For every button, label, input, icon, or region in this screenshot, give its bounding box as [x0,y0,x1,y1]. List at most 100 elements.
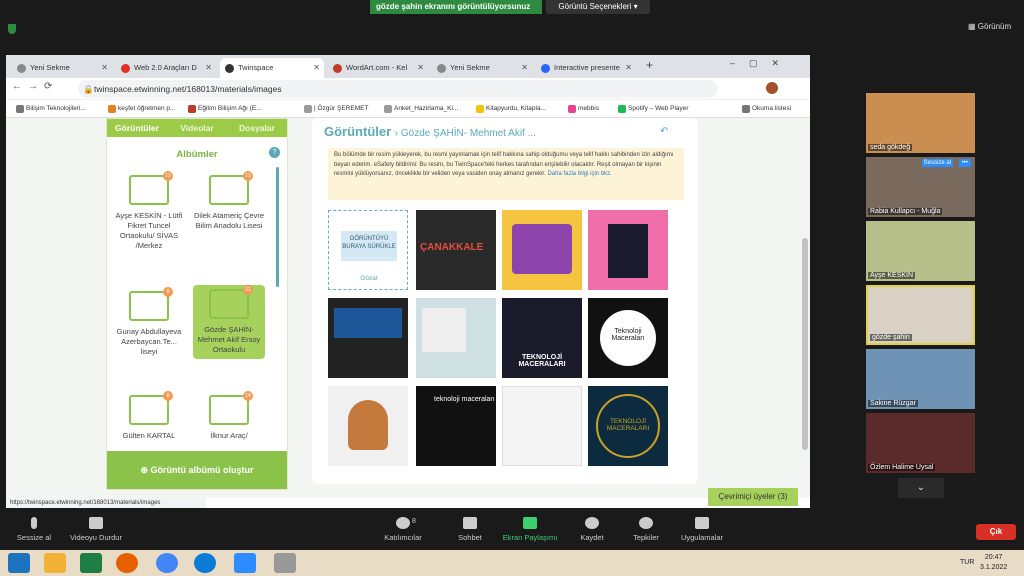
close-icon[interactable]: ✕ [205,58,212,78]
album-item[interactable]: 13 Dilek Atameriç Çevre Bilim Anadolu Lis… [193,171,265,231]
bookmark-item[interactable]: Anket_Hazirlama_Ki... [384,100,458,118]
youtube-icon [121,64,130,73]
participants-button[interactable]: Katılımcılar [378,517,428,542]
image-thumb[interactable] [588,210,668,290]
tab-images[interactable]: Görüntüler [107,119,167,137]
zoom-controls: Sessize al Videoyu Durdur Katılımcılar 8… [0,512,1024,550]
tab-files[interactable]: Dosyalar [227,119,287,137]
tab-new-2[interactable]: Yeni Sekme ✕ [432,58,532,78]
gallery-view-button[interactable]: ▦ Görünüm [968,22,1011,31]
tab-web20[interactable]: Web 2.0 Araçları D ✕ [116,58,216,78]
album-item[interactable]: 12 Ayşe KESKİN - Lütfi Fikret Tuncel Orta… [113,171,185,251]
image-thumb[interactable]: ÇANAKKALE [416,210,496,290]
page-scrollbar[interactable] [802,238,808,450]
image-thumb[interactable] [502,210,582,290]
bookmark-item[interactable]: Spotify – Web Player [618,100,689,118]
language-indicator[interactable]: TUR [960,559,974,566]
excel-icon[interactable] [80,553,102,573]
bookmark-item[interactable]: Bilişim Teknolojileri... [16,100,86,118]
bookmark-item[interactable]: | Özgür ŞEREMET [304,100,368,118]
bookmarks-bar: Bilişim Teknolojileri... keşfet öğretmen… [6,100,810,118]
participant-tile[interactable]: Sakine Rüzgar [866,349,975,409]
record-button[interactable]: Kaydet [574,517,610,542]
url-input[interactable]: 🔒 twinspace.etwinning.net/168013/material… [78,80,718,98]
firefox-icon[interactable] [116,553,138,573]
profile-avatar[interactable] [766,82,778,94]
participant-tile[interactable]: seda gökdeğ [866,93,975,153]
tab-interactive[interactable]: Interactive presente ✕ [536,58,636,78]
video-button[interactable]: Videoyu Durdur [66,517,126,542]
status-url: https://twinspace.etwinning.net/168013/m… [6,498,206,508]
app-icon[interactable] [274,553,296,573]
image-thumb[interactable] [328,386,408,466]
back-arrow-icon[interactable]: ↶ [660,126,668,137]
zoom-icon[interactable] [234,553,256,573]
album-item[interactable]: 14 İlknur Araç/ [193,391,265,441]
reading-list[interactable]: Okuma listesi [742,100,791,118]
album-item[interactable]: 8 Gunay Abdullayeva Azerbaycan.Te... lise… [113,287,185,357]
presenter-icon [541,64,550,73]
more-button[interactable]: ••• [958,159,971,167]
image-thumb[interactable] [502,386,582,466]
bookmark-item[interactable]: Eğitim Bilişim Ağı (E... [188,100,262,118]
address-bar: ←→⟳ 🔒 twinspace.etwinning.net/168013/mate… [6,78,810,100]
window-controls[interactable]: –▢✕ [730,58,793,69]
create-album-button[interactable]: ⊕ Görüntü albümü oluştur [107,451,287,489]
album-item[interactable]: 8 Gülten KARTAL [113,391,185,441]
camera-icon [89,517,103,529]
tab-twinspace[interactable]: Twinspace ✕ [220,58,324,78]
image-thumb[interactable]: teknoloji maceraları [416,386,496,466]
mute-button[interactable]: Sessize al [14,517,54,542]
close-icon[interactable]: ✕ [521,58,528,78]
bookmark-item[interactable]: keşfet öğretmen p... [108,100,175,118]
media-tabs: Görüntüler Videolar Dosyalar [107,119,287,137]
image-icon: 13 [209,171,253,205]
album-item-selected[interactable]: 11 Gözde ŞAHİN-Mehmet Akif Ersoy Ortaokul… [193,285,265,359]
participant-tile-active[interactable]: gözde şahin [866,285,975,345]
image-thumb[interactable]: TEKNOLOJİ MACERALARI [588,386,668,466]
new-tab-button[interactable]: + [646,58,653,72]
scrollbar[interactable] [276,167,279,287]
tab-new-1[interactable]: Yeni Sekme ✕ [12,58,112,78]
chat-button[interactable]: Sohbet [450,517,490,542]
tab-videos[interactable]: Videolar [167,119,227,137]
image-thumb[interactable]: Teknoloji Maceraları [588,298,668,378]
notice-link[interactable]: Daha fazla bilgi için bkz. [547,171,611,177]
tab-wordart[interactable]: WordArt.com - Kel ✕ [328,58,428,78]
bookmark-item[interactable]: mebbis [568,100,599,118]
nav-arrows-icon[interactable]: ←→⟳ [12,81,58,92]
reactions-button[interactable]: Tepkiler [626,517,666,542]
image-thumb[interactable]: TEKNOLOJİ MACERALARI [502,298,582,378]
image-thumb[interactable] [328,298,408,378]
close-icon[interactable]: ✕ [313,58,320,78]
edge-icon[interactable] [194,553,216,573]
chevron-down-icon[interactable]: ⌄ [898,478,944,498]
online-members[interactable]: Çevrimiçi üyeler (3) [708,488,798,506]
unmute-badge[interactable]: Sessize al [921,159,953,167]
windows-start-icon[interactable] [8,553,30,573]
chat-icon [463,517,477,529]
share-screen-button[interactable]: Ekran Paylaşımı [500,517,560,542]
help-icon[interactable]: ? [269,147,280,158]
image-thumb[interactable] [416,298,496,378]
close-icon[interactable]: ✕ [625,58,632,78]
clock[interactable]: 20:47 3.1.2022 [980,553,1007,573]
dropzone[interactable]: GÖRÜNTÜYÜ BURAYA SÜRÜKLE Gözat [328,210,408,290]
close-icon[interactable]: ✕ [417,58,424,78]
view-options-button[interactable]: Görüntü Seçenekleri ▾ [546,0,650,14]
image-icon: 11 [209,285,253,319]
close-icon[interactable]: ✕ [101,58,108,78]
participant-tile[interactable]: Rabia Kullapcı - Muğla Sessize al ••• [866,157,975,217]
microphone-icon [31,517,37,529]
bookmark-item[interactable]: Kitapyurdu, Kitapla... [476,100,546,118]
chrome-icon[interactable] [156,553,178,573]
browse-button[interactable]: Gözat [329,275,409,282]
apps-button[interactable]: Uygulamalar [674,517,730,542]
participant-tile[interactable]: Ayşe KESKİN [866,221,975,281]
file-explorer-icon[interactable] [44,553,66,573]
leave-button[interactable]: Çık [976,524,1016,540]
left-panel: Görüntüler Videolar Dosyalar Albümler ? … [106,118,288,490]
image-icon: 12 [129,171,173,205]
participant-tile[interactable]: Özlem Halime Uysal [866,413,975,473]
people-icon [396,517,410,529]
